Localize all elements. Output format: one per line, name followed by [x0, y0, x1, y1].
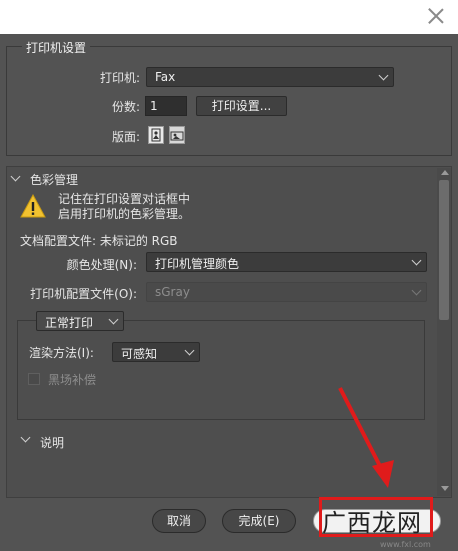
color-handling-value: 打印机管理颜色	[155, 257, 240, 271]
printer-profile-label: 打印机配置文件(O):	[30, 287, 137, 301]
printer-label: 打印机:	[99, 71, 140, 85]
chevron-down-icon	[378, 70, 389, 81]
chevron-down-icon	[108, 314, 119, 325]
warning-text-line2: 启用打印机的色彩管理。	[58, 207, 191, 221]
render-method-select[interactable]: 可感知	[112, 342, 200, 362]
title-bar	[0, 0, 458, 34]
watermark-logo: 广西龙网	[322, 509, 422, 537]
color-handling-select[interactable]: 打印机管理颜色	[146, 252, 427, 272]
close-icon[interactable]	[428, 8, 444, 24]
chevron-down-icon	[411, 285, 422, 296]
render-method-value: 可感知	[121, 347, 158, 361]
printer-profile-select: sGray	[146, 282, 427, 302]
scrollbar-thumb[interactable]	[439, 180, 449, 320]
landscape-orientation-icon[interactable]	[169, 126, 185, 144]
warning-icon	[20, 194, 46, 218]
scroll-down-icon[interactable]	[440, 486, 449, 494]
printer-profile-value: sGray	[155, 285, 190, 299]
print-mode-select[interactable]: 正常打印	[36, 311, 124, 331]
portrait-orientation-icon[interactable]	[148, 126, 164, 144]
printer-select[interactable]: Fax	[146, 67, 394, 87]
black-point-label: 黑场补偿	[48, 373, 97, 387]
layout-label: 版面:	[111, 130, 140, 144]
color-management-title: 色彩管理	[30, 173, 79, 187]
scroll-up-icon[interactable]	[440, 170, 449, 178]
cancel-button[interactable]: 取消	[152, 509, 206, 533]
watermark-url: www.fxl.com	[380, 540, 431, 549]
render-method-label: 渲染方法(I):	[29, 346, 94, 360]
black-point-checkbox[interactable]	[28, 373, 40, 385]
description-toggle-icon[interactable]	[21, 434, 31, 444]
copies-label: 份数:	[111, 100, 140, 114]
chevron-down-icon	[184, 345, 195, 356]
color-handling-label: 颜色处理(N):	[66, 258, 137, 272]
chevron-down-icon	[411, 255, 422, 266]
document-profile: 文档配置文件: 未标记的 RGB	[20, 234, 178, 248]
printer-settings-title: 打印机设置	[22, 39, 91, 56]
red-arrow-annotation	[338, 387, 394, 488]
print-mode-value: 正常打印	[45, 316, 94, 330]
description-title: 说明	[40, 436, 65, 450]
done-button[interactable]: 完成(E)	[222, 509, 296, 533]
print-settings-button[interactable]: 打印设置...	[196, 96, 287, 116]
color-management-toggle-icon[interactable]	[11, 173, 21, 183]
printer-select-value: Fax	[155, 70, 176, 84]
copies-input[interactable]: 1	[145, 96, 187, 116]
